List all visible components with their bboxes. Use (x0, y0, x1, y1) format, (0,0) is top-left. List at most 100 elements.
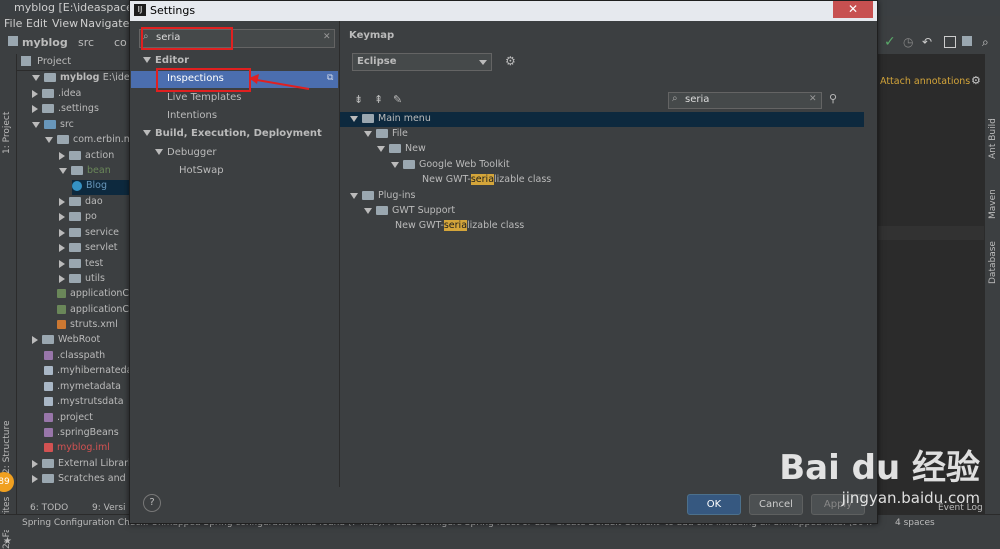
history-icon[interactable]: ◷ (903, 35, 913, 49)
tree-item[interactable]: .settings (32, 103, 99, 118)
ok-button[interactable]: OK (687, 494, 741, 515)
panel-title: Keymap (349, 30, 395, 41)
edit-icon[interactable]: ✎ (393, 93, 402, 106)
menu-edit[interactable]: Edit (26, 17, 47, 30)
tree-item-selected[interactable]: Blog (72, 180, 130, 195)
keymap-action[interactable]: New GWT-serializable class (422, 174, 551, 189)
tree-item[interactable]: po (59, 211, 97, 226)
breadcrumb-myblog[interactable]: myblog (22, 36, 68, 49)
project-icon (21, 56, 31, 66)
keymap-search-field[interactable]: ⌕ seria ✕ (668, 92, 822, 109)
keymap-gear-icon[interactable]: ⚙ (505, 54, 516, 68)
tree-item[interactable]: .springBeans (44, 427, 119, 442)
tab-ant-build[interactable]: Ant Build (988, 118, 998, 159)
tree-item[interactable]: applicationC (57, 288, 129, 303)
keymap-panel: Keymap Eclipse ⚙ ⇟ ⇞ ✎ ⌕ seria ✕ ⚲ Main … (340, 21, 876, 487)
tree-build-execution-deployment[interactable]: Build, Execution, Deployment (143, 128, 322, 139)
tree-item[interactable]: utils (59, 273, 105, 288)
keymap-item[interactable]: Plug-ins (350, 190, 415, 205)
tree-item[interactable]: myblog E:\ideasp (32, 72, 130, 87)
menu-navigate[interactable]: Navigate (80, 17, 129, 30)
layout-icon[interactable] (944, 36, 956, 48)
close-button[interactable]: ✕ (833, 1, 873, 18)
baidu-watermark: Bai du 经验 jingyan.baidu.com (779, 440, 980, 507)
app-icon: IJ (134, 4, 146, 16)
keymap-action[interactable]: New GWT-serializable class (395, 220, 524, 235)
clear-search-icon[interactable]: ✕ (323, 32, 331, 42)
settings-sidebar: ⌕ seria ✕ Editor Inspections ⧉ Live Temp… (131, 21, 340, 487)
breadcrumb-co[interactable]: co (114, 36, 127, 49)
dialog-footer: ? OK Cancel Apply (131, 487, 876, 522)
help-button[interactable]: ? (143, 494, 161, 512)
undo-icon[interactable]: ↶ (922, 35, 932, 49)
tree-item[interactable]: .mymetadata (44, 381, 121, 396)
keymap-item[interactable]: Main menu (350, 113, 431, 128)
watermark-brand: Bai du 经验 (779, 448, 980, 488)
tree-live-templates[interactable]: Live Templates (167, 92, 241, 103)
collapse-all-icon[interactable]: ⇞ (374, 93, 383, 106)
search-everywhere-icon[interactable]: ⌕ (982, 35, 989, 50)
todo-tab[interactable]: 6: TODO (30, 503, 68, 513)
folder-icon (8, 36, 18, 46)
keymap-search-input[interactable]: seria (685, 94, 709, 105)
tree-item[interactable]: .classpath (44, 350, 105, 365)
attach-annotations-link[interactable]: Attach annotations (880, 76, 970, 87)
indent-indicator[interactable]: 4 spaces (895, 518, 935, 528)
breadcrumb-src[interactable]: src (78, 36, 94, 49)
right-tool-strip: Ant Build Maven Database (984, 54, 1000, 514)
tree-debugger[interactable]: Debugger (155, 147, 217, 158)
watermark-url: jingyan.baidu.com (841, 489, 980, 507)
tree-item[interactable]: test (59, 258, 103, 273)
tab-maven[interactable]: Maven (988, 189, 998, 219)
tree-hotswap[interactable]: HotSwap (179, 165, 224, 176)
tree-item[interactable]: .myhibernatedat (44, 365, 130, 380)
tree-item[interactable]: .project (44, 412, 93, 427)
keymap-item[interactable]: New (377, 143, 426, 158)
tree-item[interactable]: com.erbin.my (45, 134, 130, 149)
tree-item[interactable]: .idea (32, 88, 81, 103)
tree-item[interactable]: bean (59, 165, 111, 180)
project-panel-header: Project (17, 54, 130, 71)
check-icon[interactable]: ✓ (884, 34, 896, 50)
project-structure-icon[interactable] (962, 36, 972, 46)
menu-view[interactable]: View (52, 17, 78, 30)
expand-all-icon[interactable]: ⇟ (354, 93, 363, 106)
tree-editor[interactable]: Editor (143, 55, 189, 66)
project-tree: myblog E:\ideasp .idea .settings src com… (17, 72, 130, 492)
tree-intentions[interactable]: Intentions (167, 110, 217, 121)
keymap-item[interactable]: File (364, 128, 408, 143)
tab-database[interactable]: Database (988, 241, 998, 284)
dialog-title: Settings (150, 4, 196, 17)
tree-item[interactable]: .mystrutsdata (44, 396, 124, 411)
settings-dialog: IJ Settings ✕ ⌕ seria ✕ Editor Inspectio… (129, 0, 878, 524)
tree-item[interactable]: dao (59, 196, 103, 211)
version-control-tab[interactable]: 9: Versi (92, 503, 126, 513)
tab-project[interactable]: 1: Project (2, 112, 12, 154)
tree-item[interactable]: servlet (59, 242, 118, 257)
annotation-arrow (249, 74, 310, 90)
tree-item[interactable]: applicationC (57, 304, 129, 319)
keymap-item[interactable]: GWT Support (364, 205, 455, 220)
find-shortcut-icon[interactable]: ⚲ (829, 92, 837, 105)
search-icon: ⌕ (672, 93, 678, 104)
tree-item[interactable]: myblog.iml (44, 442, 110, 457)
clear-keymap-search-icon[interactable]: ✕ (809, 94, 817, 104)
notification-badge[interactable]: 89 (0, 472, 14, 492)
tree-item[interactable]: service (59, 227, 119, 242)
tree-item[interactable]: WebRoot (32, 334, 100, 349)
keymap-select[interactable]: Eclipse (352, 53, 492, 71)
star-icon[interactable]: ★ (3, 536, 12, 547)
keymap-item[interactable]: Google Web Toolkit (391, 159, 510, 174)
dialog-title-bar: IJ Settings ✕ (130, 1, 877, 21)
menu-file[interactable]: File (4, 17, 22, 30)
tree-item[interactable]: Scratches and Con (32, 473, 130, 488)
tree-item[interactable]: src (32, 119, 74, 134)
project-tab-label[interactable]: Project (37, 56, 71, 67)
gear-icon[interactable]: ⚙ (971, 74, 981, 87)
annotation-box-search (141, 27, 233, 50)
annotation-box-inspections (156, 68, 251, 92)
tree-item[interactable]: struts.xml (57, 319, 118, 334)
tab-structure[interactable]: 2: Structure (2, 421, 12, 475)
tree-item[interactable]: External Libraries (32, 458, 130, 473)
tree-item[interactable]: action (59, 150, 114, 165)
